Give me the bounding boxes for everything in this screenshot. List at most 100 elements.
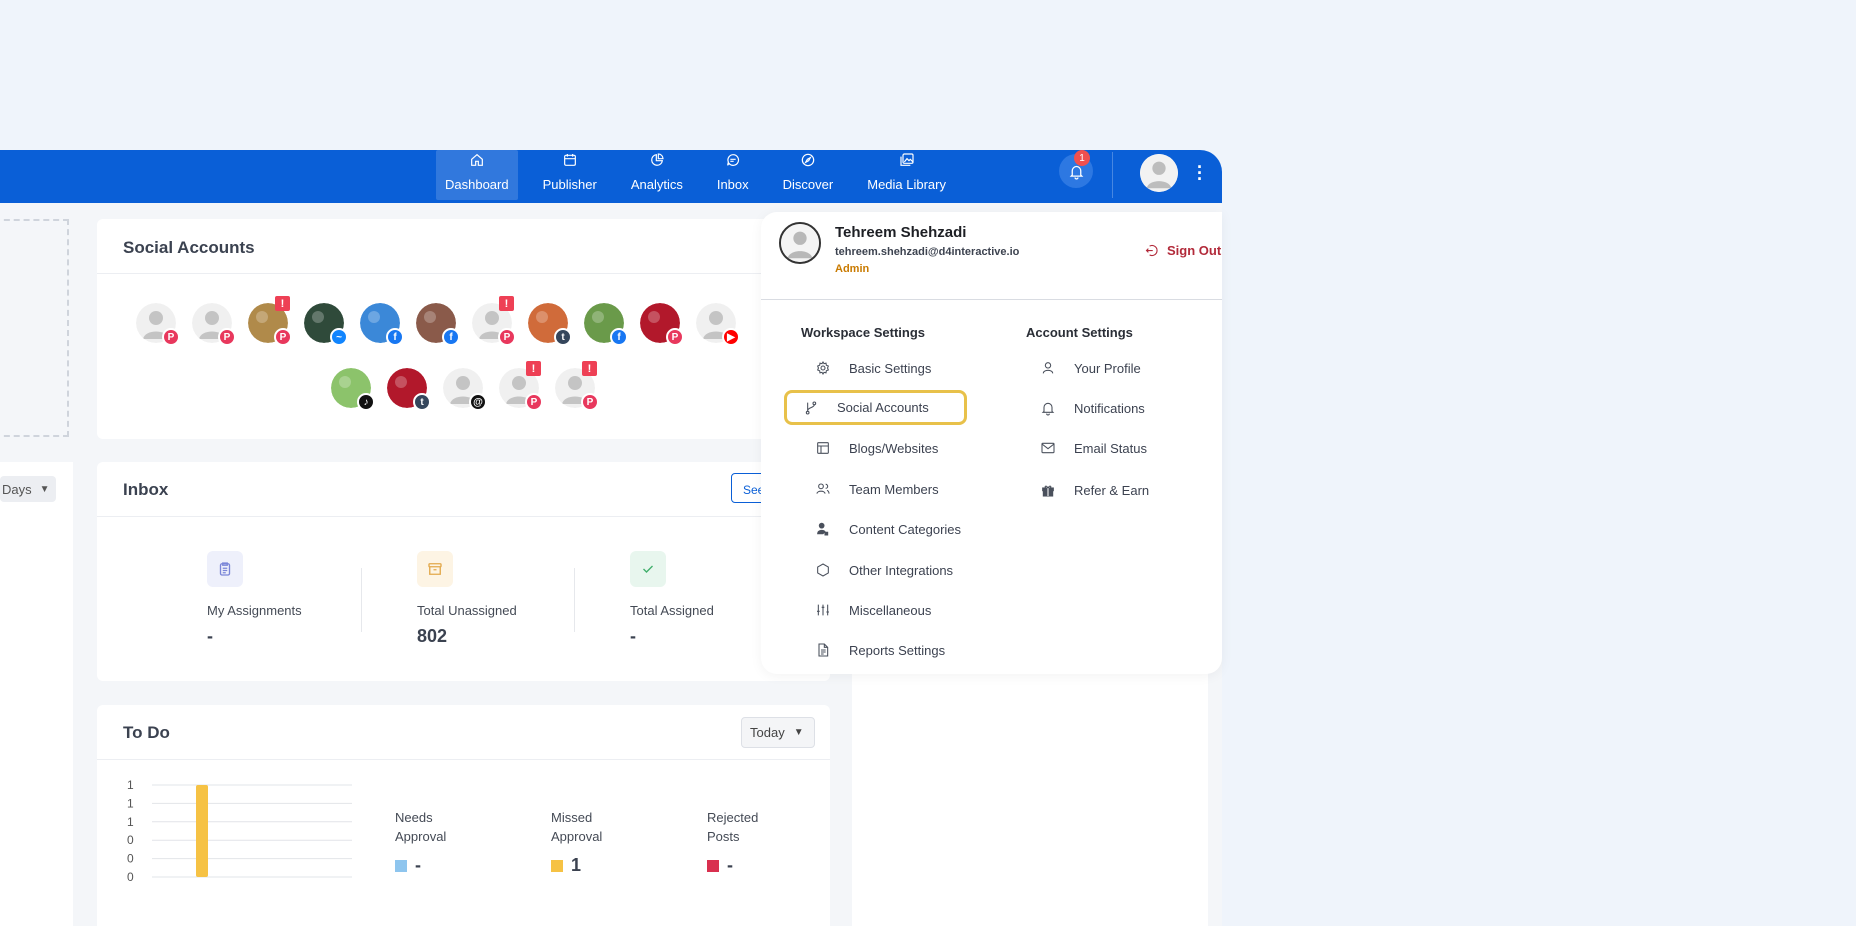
assigned-icon-box [630,551,666,587]
menu-reports-settings-label: Reports Settings [849,642,946,658]
menu-miscellaneous[interactable]: Miscellaneous [801,593,985,627]
menu-blogs-websites[interactable]: Blogs/Websites [801,431,985,465]
user-tag-icon [817,522,829,536]
avatar-placeholder-icon [781,224,819,262]
gift-icon [1042,485,1054,497]
main-nav: Dashboard Publisher Analytics Inbox Disc… [436,150,971,203]
chart-y-tick-label: 1 [127,796,134,810]
card-divider [97,273,830,274]
menu-other-integrations[interactable]: Other Integrations [801,553,985,587]
sign-out-icon [1145,245,1158,256]
platform-badge-icon: P [666,328,684,346]
nav-publisher[interactable]: Publisher [534,150,606,200]
menu-miscellaneous-label: Miscellaneous [849,602,932,618]
chevron-down-icon: ▼ [793,727,804,738]
todo-card: To Do 1 1 1 0 0 0 Needs Approval - Missed Appro… [97,705,830,926]
sign-out-label: Sign Out [1167,243,1222,258]
compass-icon [801,153,815,167]
rejected-posts-swatch [707,860,719,872]
menu-content-categories-label: Content Categories [849,521,962,537]
nav-inbox[interactable]: Inbox [708,150,758,200]
nav-publisher-label: Publisher [542,177,597,192]
menu-social-accounts-label: Social Accounts [837,400,929,415]
warning-badge-icon: ! [499,296,514,311]
mail-icon [1041,442,1055,454]
menu-your-profile[interactable]: Your Profile [1026,351,1206,385]
sliders-icon [817,604,829,616]
chat-icon [726,154,739,166]
platform-badge-icon: P [218,328,236,346]
top-navbar: Dashboard Publisher Analytics Inbox Disc… [0,150,1222,203]
profile-name: Tehreem Shehzadi [835,224,967,241]
todo-chart: 1 1 1 0 0 0 [127,778,352,884]
platform-badge-icon: f [610,328,628,346]
warning-badge-icon: ! [275,296,290,311]
missed-approval-swatch [551,860,563,872]
menu-notifications-label: Notifications [1074,400,1145,416]
bell-icon [1041,402,1055,416]
account-settings-heading: Account Settings [1026,325,1133,340]
menu-your-profile-label: Your Profile [1074,360,1141,376]
gear-icon [816,360,830,376]
platform-badge-icon: ♪ [357,393,375,411]
total-assigned-value: - [630,626,636,646]
menu-notifications[interactable]: Notifications [1026,391,1206,425]
menu-blogs-websites-label: Blogs/Websites [849,440,939,456]
menu-team-members[interactable]: Team Members [801,472,985,506]
menu-team-members-label: Team Members [849,481,939,497]
platform-badge-icon: ~ [330,328,348,346]
more-menu-icon[interactable]: · · · [1197,158,1203,188]
menu-email-status-label: Email Status [1074,440,1147,456]
stat-divider [574,568,575,632]
platform-badge-icon: t [413,393,431,411]
nav-discover[interactable]: Discover [774,150,843,200]
chart-y-tick-label: 0 [127,833,134,847]
platform-badge-icon: P [162,328,180,346]
card-divider [97,516,830,517]
check-icon [643,565,653,573]
nav-analytics-label: Analytics [630,177,683,192]
user-avatar-button[interactable] [1140,154,1178,192]
missed-approval-line2: Approval [551,829,603,844]
total-assigned-label: Total Assigned [630,603,714,618]
dropdown-divider [761,299,1222,300]
menu-content-categories[interactable]: Content Categories [801,512,985,546]
missed-approval-line1: Missed [551,810,593,825]
platform-badge-icon: ▶ [722,328,740,346]
todo-filter-dropdown[interactable]: Today ▼ [741,717,815,748]
needs-approval-line1: Needs [395,810,433,825]
rejected-posts-line2: Posts [707,829,740,844]
stat-divider [361,568,362,632]
avatar-placeholder-icon [1140,154,1178,192]
menu-refer-earn[interactable]: Refer & Earn [1026,473,1206,507]
sign-out-button[interactable]: Sign Out [1144,243,1221,258]
days-filter-dropdown[interactable]: Days ▼ [0,476,56,502]
menu-refer-earn-label: Refer & Earn [1074,482,1150,498]
todo-title: To Do [123,723,170,742]
needs-approval-swatch [395,860,407,872]
platform-badge-icon: @ [469,393,487,411]
chart-y-tick-label: 1 [127,815,134,829]
users-icon [816,483,830,494]
total-unassigned-value: 802 [417,626,448,646]
images-icon [900,153,914,166]
nav-media-library[interactable]: Media Library [858,150,955,200]
profile-avatar [779,222,821,264]
nav-dashboard[interactable]: Dashboard [436,150,518,200]
profile-role: Admin [835,263,870,275]
notifications-badge: 1 [1074,150,1090,166]
rejected-posts-value: - [727,855,733,875]
my-assignments-label: My Assignments [207,603,302,618]
menu-email-status[interactable]: Email Status [1026,431,1206,465]
days-filter-label: Days [2,481,32,497]
menu-reports-settings[interactable]: Reports Settings [801,633,985,667]
chart-bar [196,785,208,877]
menu-social-accounts[interactable]: Social Accounts [784,390,967,425]
menu-basic-settings[interactable]: Basic Settings [801,351,985,385]
chevron-down-icon: ▼ [39,483,50,495]
inbox-title: Inbox [123,480,169,499]
rejected-posts-label: Rejected Posts [707,808,758,846]
missed-approval-value: 1 [571,855,582,875]
chart-y-tick-label: 0 [127,870,134,884]
nav-analytics[interactable]: Analytics [622,150,692,200]
